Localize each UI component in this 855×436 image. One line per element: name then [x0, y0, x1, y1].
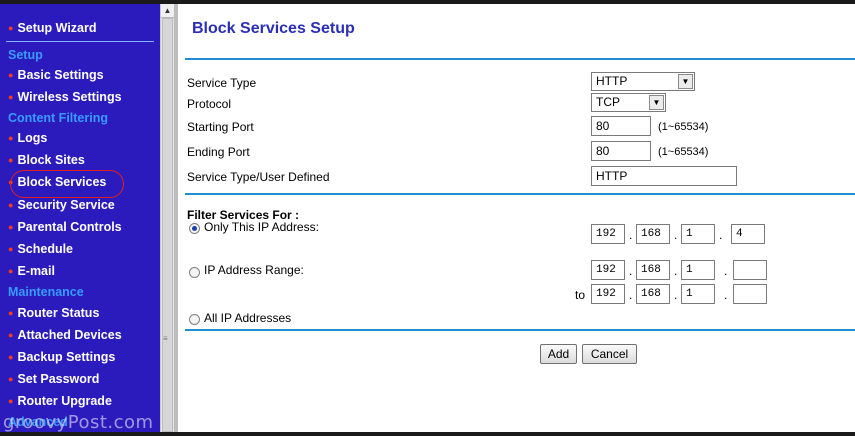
sidebar-item-schedule[interactable]: ● Schedule	[0, 238, 160, 260]
bullet-icon: ●	[8, 92, 14, 102]
main-panel: Block Services Setup Service Type HTTP ▼…	[178, 4, 855, 432]
sidebar-header-maintenance: Maintenance	[8, 285, 84, 299]
ip-separator: .	[674, 288, 678, 302]
sidebar-item-basic-settings[interactable]: ● Basic Settings	[0, 64, 160, 86]
only-ip-octet-4[interactable]: 4	[731, 224, 765, 244]
only-ip-octet-2[interactable]: 168	[636, 224, 670, 244]
sidebar-item-security-service[interactable]: ● Security Service	[0, 194, 160, 216]
starting-port-label: Starting Port	[187, 120, 254, 134]
sidebar-divider	[6, 41, 154, 42]
bullet-icon: ●	[8, 23, 14, 33]
range-to-octet-1[interactable]: 192	[591, 284, 625, 304]
bullet-icon: ●	[8, 330, 14, 340]
page-title: Block Services Setup	[192, 20, 355, 37]
user-defined-label: Service Type/User Defined	[187, 170, 330, 184]
sidebar-item-set-password[interactable]: ● Set Password	[0, 368, 160, 390]
only-this-ip-label: Only This IP Address:	[204, 220, 319, 234]
only-ip-octet-1[interactable]: 192	[591, 224, 625, 244]
bullet-icon: ●	[8, 396, 14, 406]
ip-separator: .	[629, 264, 633, 278]
sidebar-item-email[interactable]: ● E-mail	[0, 260, 160, 282]
range-to-octet-3[interactable]: 1	[681, 284, 715, 304]
ip-separator: .	[674, 228, 678, 242]
section-rule	[185, 193, 855, 195]
all-ip-radio[interactable]	[189, 314, 200, 325]
ending-port-input[interactable]: 80	[591, 141, 651, 161]
bullet-icon: ●	[8, 266, 14, 276]
cancel-button[interactable]: Cancel	[582, 344, 637, 364]
sidebar-item-attached-devices[interactable]: ● Attached Devices	[0, 324, 160, 346]
ip-separator: .	[724, 288, 728, 302]
sidebar-item-backup-settings[interactable]: ● Backup Settings	[0, 346, 160, 368]
bullet-icon: ●	[8, 352, 14, 362]
starting-port-input[interactable]: 80	[591, 116, 651, 136]
bullet-icon: ●	[8, 133, 14, 143]
range-from-octet-1[interactable]: 192	[591, 260, 625, 280]
bullet-icon: ●	[8, 200, 14, 210]
ip-separator: .	[629, 288, 633, 302]
ip-range-label: IP Address Range:	[204, 263, 304, 277]
scrollbar-thumb[interactable]	[162, 18, 173, 432]
service-type-select[interactable]: HTTP ▼	[591, 72, 695, 91]
range-from-octet-4[interactable]	[733, 260, 767, 280]
range-from-octet-2[interactable]: 168	[636, 260, 670, 280]
ip-separator: .	[724, 264, 728, 278]
sidebar-header-content-filtering: Content Filtering	[8, 111, 108, 125]
service-type-label: Service Type	[187, 76, 257, 90]
ip-separator: .	[674, 264, 678, 278]
ip-separator: .	[719, 228, 723, 242]
starting-port-range: (1~65534)	[658, 121, 709, 133]
sidebar-item-setup-wizard[interactable]: ● Setup Wizard	[0, 17, 160, 39]
sidebar-item-block-sites[interactable]: ● Block Sites	[0, 149, 160, 171]
sidebar-item-parental-controls[interactable]: ● Parental Controls	[0, 216, 160, 238]
sidebar-scrollbar[interactable]: ▲ ≡	[160, 4, 174, 432]
range-to-label: to	[575, 288, 586, 302]
range-to-octet-4[interactable]	[733, 284, 767, 304]
all-ip-label: All IP Addresses	[204, 311, 292, 325]
ending-port-label: Ending Port	[187, 145, 250, 159]
add-button[interactable]: Add	[540, 344, 577, 364]
sidebar-item-router-status[interactable]: ● Router Status	[0, 302, 160, 324]
only-this-ip-radio[interactable]	[189, 223, 200, 234]
bullet-icon: ●	[8, 244, 14, 254]
sidebar-nav: ● Setup Wizard Setup ● Basic Settings ● Wir…	[0, 4, 160, 432]
scroll-up-icon[interactable]: ▲	[161, 4, 174, 18]
buttons-rule	[185, 329, 855, 331]
protocol-label: Protocol	[187, 97, 232, 111]
sidebar-item-logs[interactable]: ● Logs	[0, 127, 160, 149]
ending-port-range: (1~65534)	[658, 146, 709, 158]
range-to-octet-2[interactable]: 168	[636, 284, 670, 304]
range-from-octet-3[interactable]: 1	[681, 260, 715, 280]
sidebar-item-wireless-settings[interactable]: ● Wireless Settings	[0, 86, 160, 108]
only-ip-octet-3[interactable]: 1	[681, 224, 715, 244]
ip-range-radio[interactable]	[189, 267, 200, 278]
bullet-icon: ●	[8, 374, 14, 384]
chevron-down-icon[interactable]: ▼	[678, 74, 693, 89]
user-defined-input[interactable]: HTTP	[591, 166, 737, 186]
sidebar-header-setup: Setup	[8, 48, 43, 62]
title-rule	[185, 58, 855, 60]
bullet-icon: ●	[8, 308, 14, 318]
chevron-down-icon[interactable]: ▼	[649, 95, 664, 110]
sidebar-item-router-upgrade[interactable]: ● Router Upgrade	[0, 390, 160, 412]
scroll-grip-icon: ≡	[163, 334, 168, 343]
bullet-icon: ●	[8, 70, 14, 80]
window-bottom-border	[0, 432, 855, 436]
ip-separator: .	[629, 228, 633, 242]
bullet-icon: ●	[8, 155, 14, 165]
watermark: groovyPost.com	[3, 412, 154, 432]
bullet-icon: ●	[8, 222, 14, 232]
protocol-select[interactable]: TCP ▼	[591, 93, 666, 112]
